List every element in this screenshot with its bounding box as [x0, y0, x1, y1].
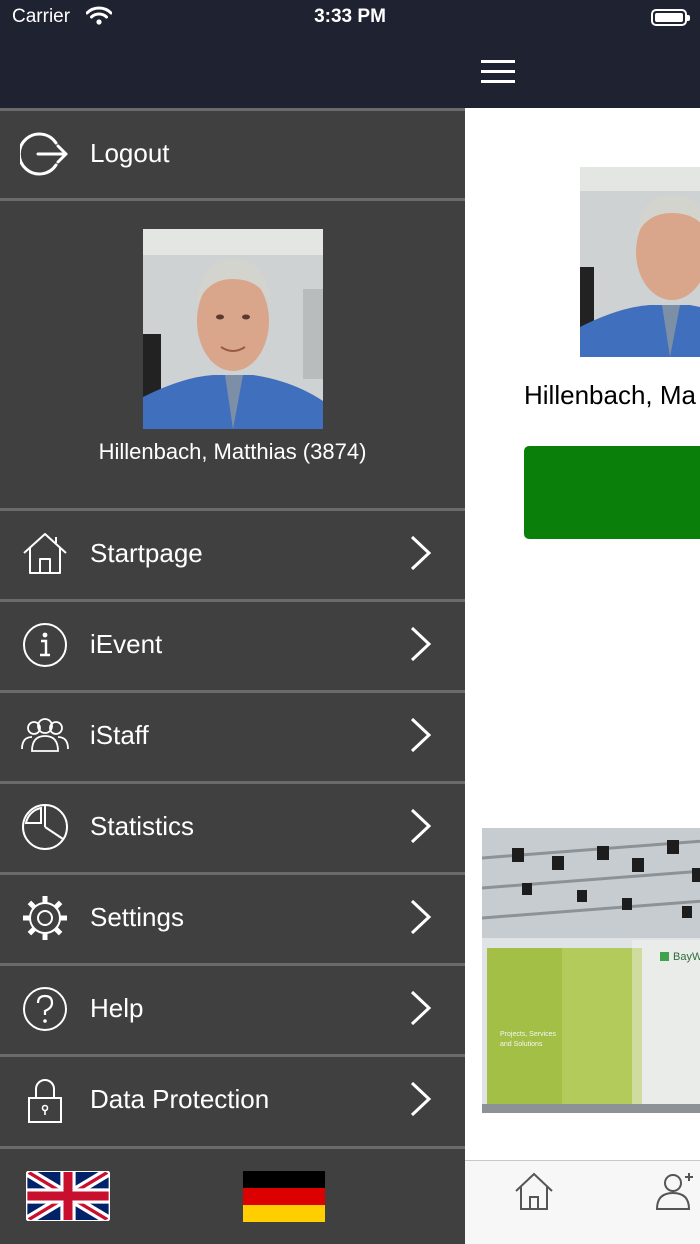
chevron-right-icon: [410, 899, 432, 935]
info-icon: [23, 623, 67, 667]
pie-chart-icon: [22, 804, 68, 850]
language-bar: [0, 1146, 465, 1244]
hamburger-menu-icon[interactable]: [481, 58, 517, 86]
german-flag-icon[interactable]: [243, 1171, 325, 1222]
logout-button[interactable]: Logout: [0, 108, 465, 196]
event-caption-line1: Projects, Services: [500, 1031, 557, 1038]
gear-icon: [23, 896, 67, 940]
users-icon: [21, 718, 69, 752]
add-contact-tab-icon[interactable]: [653, 1169, 697, 1213]
event-brand-text: BayWa: [673, 951, 700, 963]
menu-item-label: Statistics: [90, 811, 195, 841]
status-time: 3:33 PM: [314, 6, 386, 27]
menu-item-label: Help: [90, 993, 144, 1023]
uk-flag-icon[interactable]: [26, 1171, 110, 1221]
menu-item-help[interactable]: Help: [0, 963, 465, 1051]
menu-item-label: Data Protection: [90, 1084, 270, 1114]
menu-item-label: iEvent: [90, 629, 163, 659]
menu-item-ievent[interactable]: iEvent: [0, 599, 465, 687]
green-action-button[interactable]: [524, 446, 700, 539]
user-name: Hillenbach, Matthias (3874): [98, 439, 367, 464]
menu-item-istaff[interactable]: iStaff: [0, 690, 465, 778]
chevron-right-icon: [410, 1081, 432, 1117]
event-image: BayWa Projects, Services and Solutions: [482, 828, 700, 1113]
chevron-right-icon: [410, 990, 432, 1026]
logout-icon: [20, 132, 68, 176]
chevron-right-icon: [410, 808, 432, 844]
chevron-right-icon: [410, 535, 432, 571]
bottom-tab-bar: [465, 1160, 700, 1244]
chevron-right-icon: [410, 717, 432, 753]
home-tab-icon[interactable]: [512, 1169, 556, 1213]
logout-label: Logout: [90, 138, 170, 168]
menu-item-label: Settings: [90, 902, 184, 932]
status-bar: Carrier 3:33 PM: [0, 0, 700, 36]
profile-section: Hillenbach, Matthias (3874): [0, 198, 465, 508]
menu-item-startpage[interactable]: Startpage: [0, 508, 465, 596]
main-avatar: [580, 167, 700, 357]
lock-icon: [28, 1079, 62, 1123]
menu-item-statistics[interactable]: Statistics: [0, 781, 465, 869]
side-menu: Logout Hillenbach, Matthias (3874) Start…: [0, 0, 465, 1244]
main-user-name: Hillenbach, Ma: [524, 380, 696, 410]
main-content: Hillenbach, Ma BayWa Projects, Services …: [465, 0, 700, 1244]
menu-item-label: iStaff: [90, 720, 149, 750]
battery-icon: [651, 9, 690, 26]
avatar: [143, 229, 323, 429]
menu-item-settings[interactable]: Settings: [0, 872, 465, 960]
menu-item-label: Startpage: [90, 538, 203, 568]
event-caption-line2: and Solutions: [500, 1041, 543, 1048]
help-icon: [23, 987, 67, 1031]
home-icon: [23, 533, 67, 574]
chevron-right-icon: [410, 626, 432, 662]
menu-item-data-protection[interactable]: Data Protection: [0, 1054, 465, 1142]
